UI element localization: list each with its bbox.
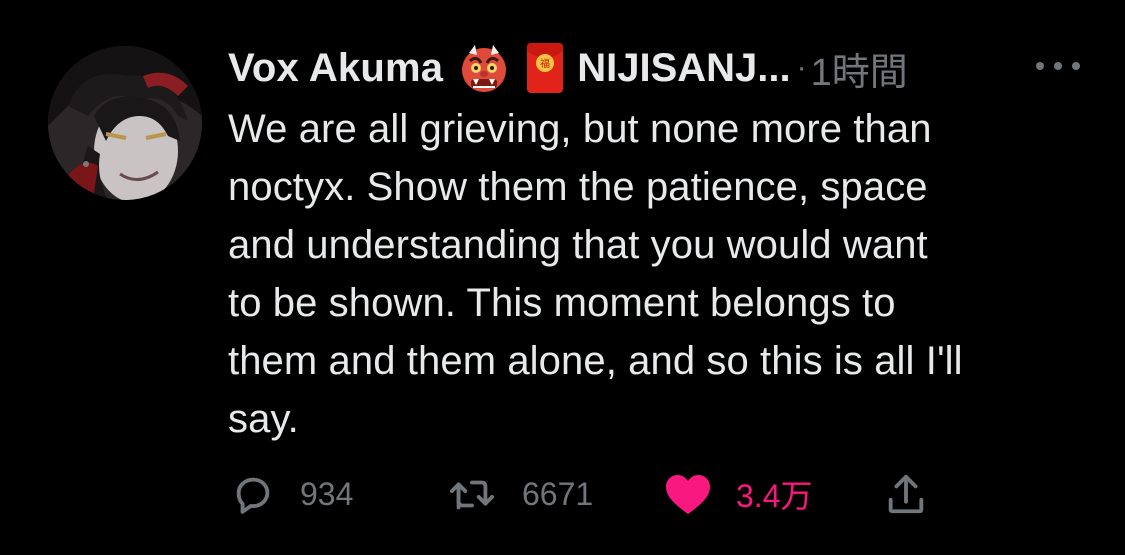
red-envelope-emoji: 福 xyxy=(525,41,565,95)
retweet-button[interactable]: 6671 xyxy=(446,466,593,522)
tweet-header: Vox Akuma 福 NIJISANJ... · 1時間 xyxy=(228,38,1088,98)
avatar[interactable] xyxy=(48,46,202,200)
timestamp[interactable]: 1時間 xyxy=(811,41,908,96)
tweet-text: We are all grieving, but none more than … xyxy=(228,107,963,441)
tweet-actions: 934 6671 3.4万 xyxy=(0,466,1125,522)
oni-mask-emoji xyxy=(457,41,511,95)
retweet-count: 6671 xyxy=(522,475,594,512)
reply-count: 934 xyxy=(300,475,354,512)
more-options-button[interactable] xyxy=(1036,54,1080,78)
avatar-image xyxy=(48,46,202,200)
share-button[interactable] xyxy=(884,466,928,522)
display-name[interactable]: Vox Akuma xyxy=(228,46,443,91)
retweet-icon xyxy=(449,480,495,510)
heart-icon xyxy=(666,475,710,514)
like-button[interactable]: 3.4万 xyxy=(664,466,813,522)
reply-button[interactable]: 934 xyxy=(230,466,353,522)
like-count: 3.4万 xyxy=(736,478,813,514)
share-icon xyxy=(888,474,924,514)
more-dot-icon xyxy=(1036,62,1044,70)
svg-text:福: 福 xyxy=(540,57,550,70)
header-separator: · xyxy=(796,51,807,84)
author-handle[interactable]: NIJISANJ... xyxy=(577,46,790,91)
reply-icon xyxy=(236,477,270,514)
more-dot-icon xyxy=(1054,62,1062,70)
more-dot-icon xyxy=(1072,62,1080,70)
